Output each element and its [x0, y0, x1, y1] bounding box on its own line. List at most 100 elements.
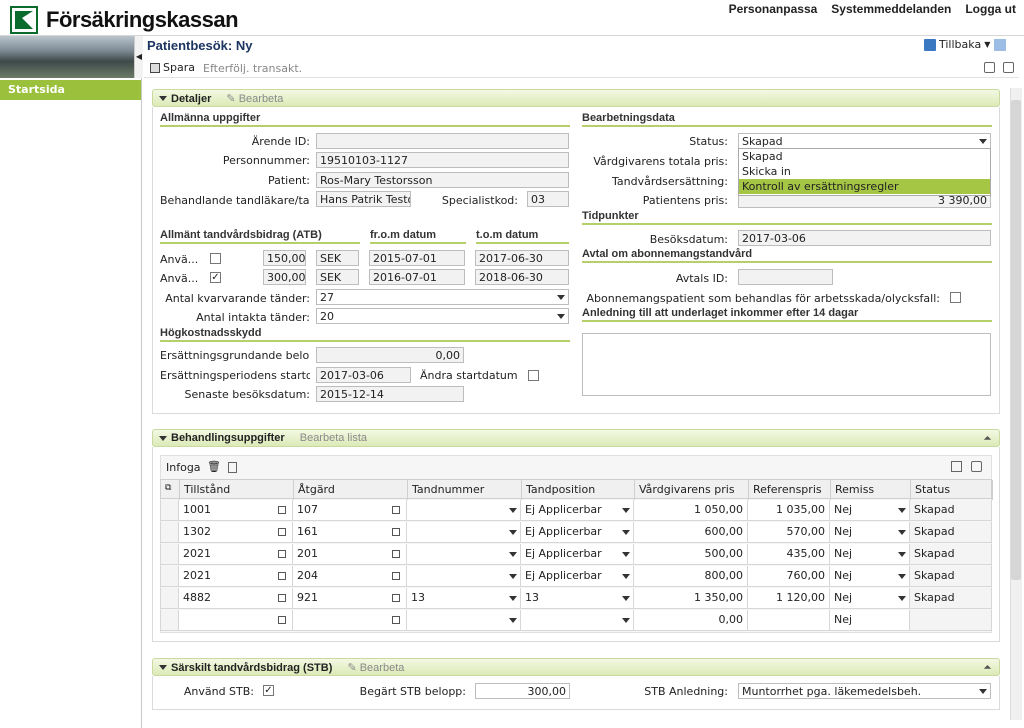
- insert-button[interactable]: Infoga: [166, 461, 201, 474]
- table-cell[interactable]: [179, 610, 293, 631]
- table-cell[interactable]: 4882: [179, 588, 293, 609]
- column-header-tandnummer[interactable]: Tandnummer: [408, 480, 522, 500]
- table-cell[interactable]: Ej Applicerbar: [521, 544, 634, 565]
- column-header-åtgärd[interactable]: Åtgärd: [294, 480, 408, 500]
- atb-row-2-amount[interactable]: 300,00: [263, 269, 306, 285]
- avtal-id-field[interactable]: [738, 269, 833, 285]
- table-cell[interactable]: 1001: [179, 500, 293, 521]
- new-document-icon[interactable]: [228, 462, 237, 473]
- column-header-referenspris[interactable]: Referenspris: [749, 480, 831, 500]
- column-header-vårdgivarens-pris[interactable]: Vårdgivarens pris: [635, 480, 749, 500]
- table-cell[interactable]: Ej Applicerbar: [521, 500, 634, 521]
- table-cell[interactable]: 1 035,00: [748, 500, 830, 521]
- open-popup-icon[interactable]: [278, 594, 286, 602]
- followup-transaction-button[interactable]: Efterfölj. transakt.: [203, 62, 302, 75]
- treatment-section-header[interactable]: Behandlingsuppgifter Bearbeta lista ⏶: [152, 429, 1000, 447]
- atb-row-1-currency[interactable]: SEK: [316, 250, 359, 266]
- atb-row-2-from[interactable]: 2016-07-01: [369, 269, 465, 285]
- open-popup-icon[interactable]: [392, 506, 400, 514]
- print-icon[interactable]: [1003, 62, 1014, 73]
- table-cell[interactable]: Nej: [830, 522, 910, 543]
- window-icon[interactable]: [994, 39, 1006, 51]
- row-selector[interactable]: [160, 500, 179, 521]
- column-header-remiss[interactable]: Remiss: [831, 480, 911, 500]
- row-selector[interactable]: [160, 544, 179, 565]
- table-cell[interactable]: Nej: [830, 500, 910, 521]
- status-option-skicka-in[interactable]: Skicka in: [739, 164, 990, 179]
- row-selector[interactable]: [160, 610, 179, 631]
- atb-row-2-checkbox[interactable]: ✓: [210, 272, 221, 283]
- table-cell[interactable]: Nej: [830, 544, 910, 565]
- table-cell[interactable]: [407, 566, 521, 587]
- grund-belopp-field[interactable]: 0,00: [316, 347, 464, 363]
- column-header-tillstånd[interactable]: Tillstånd: [180, 480, 294, 500]
- systemmeddelanden-link[interactable]: Systemmeddelanden: [831, 2, 951, 16]
- table-cell[interactable]: 107: [293, 500, 407, 521]
- row-selector[interactable]: [160, 566, 179, 587]
- atb-row-1-from[interactable]: 2015-07-01: [369, 250, 465, 266]
- logout-link[interactable]: Logga ut: [965, 2, 1016, 16]
- open-popup-icon[interactable]: [392, 616, 400, 624]
- patient-field[interactable]: Ros-Mary Testorsson: [316, 172, 569, 188]
- scrollbar-thumb[interactable]: [1011, 100, 1021, 580]
- stb-section-header[interactable]: Särskilt tandvårdsbidrag (STB) ✎ Bearbet…: [152, 658, 1000, 676]
- table-cell[interactable]: 500,00: [634, 544, 748, 565]
- status-select[interactable]: Skapad: [738, 133, 991, 149]
- stb-reason-select[interactable]: Muntorrhet pga. läkemedelsbeh.: [738, 683, 991, 699]
- arende-id-field[interactable]: [316, 133, 569, 149]
- row-selector[interactable]: [160, 588, 179, 609]
- settings-wrench-icon[interactable]: [971, 461, 982, 472]
- change-startdate-checkbox[interactable]: [528, 370, 539, 381]
- table-cell[interactable]: [407, 522, 521, 543]
- tandlakare-field[interactable]: Hans Patrik Testor: [316, 191, 411, 207]
- details-section-header[interactable]: Detaljer ✎ Bearbeta: [152, 89, 1000, 107]
- open-popup-icon[interactable]: [278, 528, 286, 536]
- besoksdatum-field[interactable]: 2017-03-06: [738, 230, 991, 246]
- anledning-textarea[interactable]: [582, 333, 991, 396]
- intact-teeth-select[interactable]: 20: [316, 308, 569, 324]
- open-popup-icon[interactable]: [392, 594, 400, 602]
- table-cell[interactable]: 0,00: [634, 610, 748, 631]
- specialistkod-field[interactable]: 03: [527, 191, 569, 207]
- table-cell[interactable]: 1 350,00: [634, 588, 748, 609]
- status-option-kontroll[interactable]: Kontroll av ersättningsregler: [739, 179, 990, 194]
- atb-row-1-checkbox[interactable]: [210, 253, 221, 264]
- table-cell[interactable]: Nej: [830, 610, 910, 631]
- table-cell[interactable]: Ej Applicerbar: [521, 522, 634, 543]
- table-cell[interactable]: 435,00: [748, 544, 830, 565]
- table-cell[interactable]: 1 120,00: [748, 588, 830, 609]
- table-cell[interactable]: 1302: [179, 522, 293, 543]
- senaste-besok-field[interactable]: 2015-12-14: [316, 386, 464, 402]
- table-cell[interactable]: 201: [293, 544, 407, 565]
- table-cell[interactable]: [407, 500, 521, 521]
- stb-edit-button[interactable]: ✎ Bearbeta: [347, 662, 404, 674]
- atb-row-1-amount[interactable]: 150,00: [263, 250, 306, 266]
- table-cell[interactable]: Nej: [830, 588, 910, 609]
- row-selector[interactable]: [160, 522, 179, 543]
- table-cell[interactable]: 13: [407, 588, 521, 609]
- open-popup-icon[interactable]: [392, 572, 400, 580]
- remaining-teeth-select[interactable]: 27: [316, 289, 569, 305]
- trash-icon[interactable]: 🗑: [207, 460, 221, 473]
- open-popup-icon[interactable]: [392, 550, 400, 558]
- table-cell[interactable]: [407, 610, 521, 631]
- table-cell[interactable]: 760,00: [748, 566, 830, 587]
- table-cell[interactable]: [748, 610, 830, 631]
- atb-row-1-to[interactable]: 2017-06-30: [475, 250, 569, 266]
- table-cell[interactable]: 570,00: [748, 522, 830, 543]
- open-popup-icon[interactable]: [278, 506, 286, 514]
- table-cell[interactable]: 2021: [179, 566, 293, 587]
- export-icon[interactable]: [951, 461, 962, 472]
- open-popup-icon[interactable]: [278, 550, 286, 558]
- save-button[interactable]: Spara: [150, 61, 195, 74]
- table-cell[interactable]: 921: [293, 588, 407, 609]
- column-header-tandposition[interactable]: Tandposition: [522, 480, 635, 500]
- table-cell[interactable]: 600,00: [634, 522, 748, 543]
- sidebar-collapse-icon[interactable]: ◀: [134, 36, 143, 78]
- table-cell[interactable]: 13: [521, 588, 634, 609]
- table-cell[interactable]: Ej Applicerbar: [521, 566, 634, 587]
- collapse-up-icon[interactable]: ⏶: [984, 433, 991, 444]
- table-cell[interactable]: [521, 610, 634, 631]
- back-button[interactable]: Tillbaka ▼: [924, 38, 990, 51]
- table-cell[interactable]: 1 050,00: [634, 500, 748, 521]
